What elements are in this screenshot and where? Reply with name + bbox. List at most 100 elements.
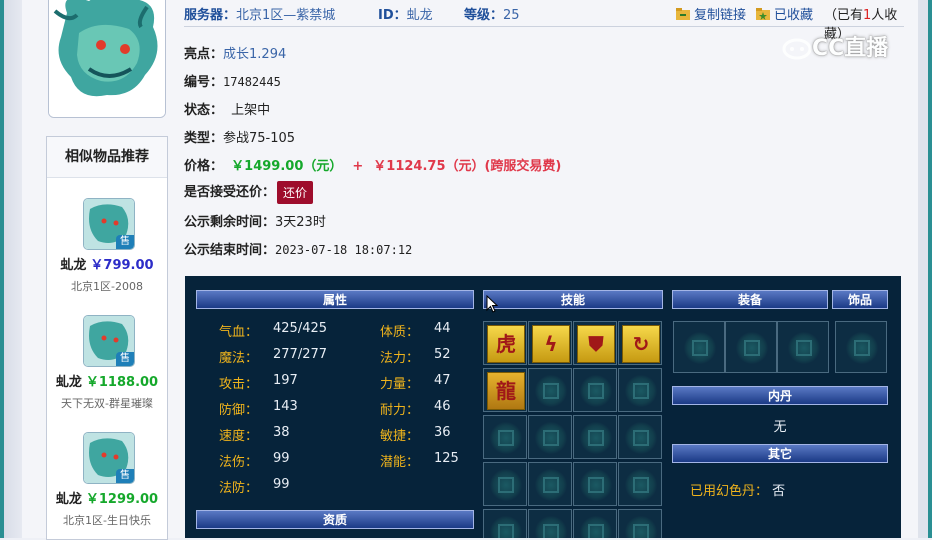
loop-skill-icon[interactable]: ↻ bbox=[622, 325, 660, 363]
empty-skill-slot[interactable] bbox=[528, 415, 572, 459]
equipment-slot[interactable] bbox=[725, 321, 777, 373]
similar-item-price-line: 虬龙 ￥1299.00 bbox=[47, 488, 167, 507]
equipment-slot[interactable] bbox=[777, 321, 829, 373]
sale-badge: 售 bbox=[116, 469, 134, 483]
empty-slot-icon bbox=[490, 469, 522, 501]
similar-item-price-line: 虬龙 ￥799.00 bbox=[47, 254, 167, 273]
accessory-header: 饰品 bbox=[832, 290, 888, 309]
price-value: ￥1499.00（元） bbox=[231, 159, 343, 174]
empty-slot-icon bbox=[736, 332, 768, 364]
other-header: 其它 bbox=[672, 444, 888, 463]
empty-skill-slot[interactable] bbox=[483, 462, 527, 506]
shield-skill-icon[interactable]: ⛊ bbox=[577, 325, 615, 363]
empty-skill-slot[interactable] bbox=[618, 462, 662, 506]
empty-slot-icon bbox=[625, 469, 657, 501]
empty-slot-icon bbox=[490, 422, 522, 454]
equipment-header: 装备 bbox=[672, 290, 828, 309]
empty-slot-icon bbox=[788, 332, 820, 364]
pet-thumbnail[interactable]: 售 bbox=[83, 198, 135, 250]
accessory-slot[interactable] bbox=[835, 321, 887, 373]
cross-server-fee: ￥1124.75（元）(跨服交易费) bbox=[373, 159, 562, 174]
dragon-skill-icon[interactable]: 龍 bbox=[487, 372, 525, 410]
attr-attack: 攻击： 197 bbox=[219, 373, 298, 392]
empty-slot-icon bbox=[580, 516, 612, 538]
attributes-header: 属性 bbox=[196, 290, 474, 309]
attr-speed: 速度： 38 bbox=[219, 425, 290, 444]
skill-slot[interactable]: ⛊ bbox=[573, 321, 617, 365]
empty-slot-icon bbox=[535, 422, 567, 454]
empty-skill-slot[interactable] bbox=[483, 509, 527, 538]
copy-link-button[interactable]: 复制链接 bbox=[676, 4, 746, 23]
skill-slot[interactable]: 龍 bbox=[483, 368, 527, 412]
window-border-right bbox=[918, 0, 932, 538]
favorite-button[interactable]: 已收藏 bbox=[756, 4, 813, 23]
skill-glyph: 龍 bbox=[496, 379, 516, 403]
empty-skill-slot[interactable] bbox=[528, 509, 572, 538]
attr-agility: 敏捷： 36 bbox=[380, 425, 451, 444]
id-info: ID：虬龙 bbox=[378, 8, 433, 23]
empty-skill-slot[interactable] bbox=[528, 368, 572, 412]
empty-slot-icon bbox=[535, 375, 567, 407]
stream-watermark: CC直播 bbox=[782, 30, 888, 62]
empty-skill-slot[interactable] bbox=[573, 462, 617, 506]
empty-slot-icon bbox=[846, 332, 878, 364]
folder-link-icon bbox=[676, 8, 690, 20]
empty-skill-slot[interactable] bbox=[528, 462, 572, 506]
empty-skill-slot[interactable] bbox=[573, 415, 617, 459]
attr-constitution: 体质： 44 bbox=[380, 321, 451, 340]
tiger-skill-icon[interactable]: 虎 bbox=[487, 325, 525, 363]
pet-avatar bbox=[48, 0, 166, 118]
pet-thumbnail[interactable]: 售 bbox=[83, 315, 135, 367]
server-info: 服务器：北京1区—紫禁城 bbox=[184, 8, 336, 23]
similar-item-price-line: 虬龙 ￥1188.00 bbox=[47, 371, 167, 390]
empty-slot-icon bbox=[684, 332, 716, 364]
empty-skill-slot[interactable] bbox=[573, 368, 617, 412]
empty-slot-icon bbox=[580, 469, 612, 501]
equipment-slot[interactable] bbox=[673, 321, 725, 373]
similar-item[interactable]: 售 虬龙 ￥1188.00 天下无双-群星璀璨 bbox=[47, 295, 167, 412]
empty-skill-slot[interactable] bbox=[618, 509, 662, 538]
attr-defense: 防御： 143 bbox=[219, 399, 298, 418]
similar-item-name[interactable]: 虬龙 bbox=[60, 258, 86, 273]
sale-badge: 售 bbox=[116, 352, 134, 366]
similar-item[interactable]: 售 虬龙 ￥799.00 北京1区-2008 bbox=[47, 178, 167, 295]
end-time-row: 公示结束时间：2023-07-18 18:07:12 bbox=[184, 243, 413, 258]
thunder-skill-icon[interactable]: ϟ bbox=[532, 325, 570, 363]
empty-skill-slot[interactable] bbox=[618, 415, 662, 459]
pet-thumbnail[interactable]: 售 bbox=[83, 432, 135, 484]
similar-item[interactable]: 售 虬龙 ￥1299.00 北京1区-生日快乐 bbox=[47, 412, 167, 529]
remaining-time-row: 公示剩余时间：3天23时 bbox=[184, 215, 326, 230]
pet-stats-panel: 属性 技能 装备 饰品 气血： 425/425 魔法： 277/277 攻击： 197… bbox=[185, 276, 901, 538]
skills-grid: 虎 ϟ ⛊ ↻ 龍 bbox=[483, 321, 663, 538]
similar-item-server: 北京1区-2008 bbox=[71, 280, 143, 293]
skill-slot[interactable]: ϟ bbox=[528, 321, 572, 365]
similar-item-name[interactable]: 虬龙 bbox=[56, 375, 82, 390]
mouse-cursor-icon bbox=[486, 295, 498, 313]
aptitude-header: 资质 bbox=[196, 510, 474, 529]
empty-skill-slot[interactable] bbox=[483, 415, 527, 459]
price-row: 价格： ￥1499.00（元） + ￥1124.75（元）(跨服交易费) bbox=[184, 159, 562, 174]
empty-slot-icon bbox=[625, 516, 657, 538]
counter-offer-button[interactable]: 还价 bbox=[277, 181, 314, 204]
similar-item-name[interactable]: 虬龙 bbox=[56, 492, 82, 507]
empty-skill-slot[interactable] bbox=[618, 368, 662, 412]
item-detail-page: 相似物品推荐 售 虬龙 ￥799.00 北京1区-2008 售 虬龙 ￥1188… bbox=[22, 0, 918, 540]
skill-slot[interactable]: 虎 bbox=[483, 321, 527, 365]
type-row: 类型：参战75-105 bbox=[184, 131, 296, 146]
empty-slot-icon bbox=[580, 422, 612, 454]
item-header-bar: 服务器：北京1区—紫禁城 ID：虬龙 等级：25 复制链接 已收藏 （已有1人收… bbox=[184, 0, 904, 42]
counter-offer-row: 是否接受还价： 还价 bbox=[184, 181, 314, 204]
cc-logo-icon bbox=[782, 38, 812, 60]
attr-potential: 潜能： 125 bbox=[380, 451, 459, 470]
empty-skill-slot[interactable] bbox=[573, 509, 617, 538]
skill-glyph: ϟ bbox=[544, 332, 558, 356]
status-row: 状态： 上架中 bbox=[184, 103, 271, 118]
skill-glyph: 虎 bbox=[496, 332, 516, 356]
attr-hp: 气血： 425/425 bbox=[219, 321, 328, 340]
skill-slot[interactable]: ↻ bbox=[618, 321, 662, 365]
empty-slot-icon bbox=[625, 375, 657, 407]
similar-item-server: 天下无双-群星璀璨 bbox=[61, 397, 153, 410]
attr-endurance: 耐力： 46 bbox=[380, 399, 451, 418]
empty-slot-icon bbox=[535, 469, 567, 501]
empty-slot-icon bbox=[490, 516, 522, 538]
